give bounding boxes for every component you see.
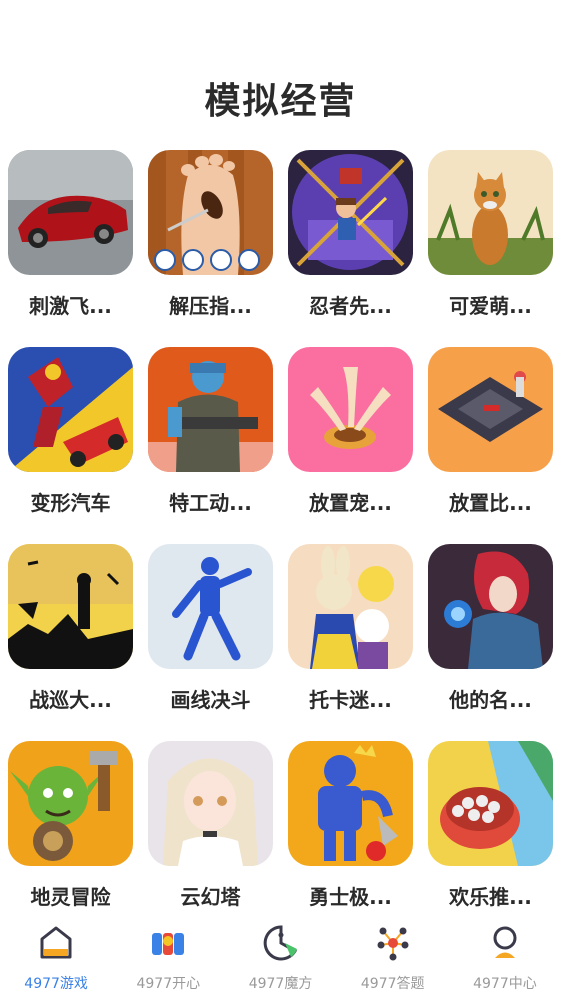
game-tile[interactable]: 云幻塔 [148, 741, 273, 909]
game-tile[interactable]: 可爱萌... [428, 150, 553, 318]
tab-4977-games[interactable]: 4977游戏 [0, 915, 112, 999]
game-name: 他的名... [449, 688, 532, 712]
game-tile[interactable]: 忍者先... [288, 150, 413, 318]
game-name: 欢乐推... [449, 885, 532, 909]
game-tile[interactable]: 刺激飞... [8, 150, 133, 318]
game-name: 战巡大... [29, 688, 112, 712]
home-icon [40, 926, 72, 959]
game-tile[interactable]: 地灵冒险 [8, 741, 133, 909]
ball-pusher-icon [428, 741, 553, 866]
agent-soldier-icon [148, 347, 273, 472]
bottom-tab-bar: 4977游戏 4977开心 4977魔方 4977答题 4977中心 [0, 915, 561, 999]
tab-label: 4977中心 [473, 976, 537, 992]
robot-car-icon [8, 347, 133, 472]
page-title: 模拟经营 [204, 81, 357, 122]
tab-label: 4977开心 [136, 976, 201, 992]
blue-mannequin-icon [148, 544, 273, 669]
race-track-icon [428, 347, 553, 472]
game-tile[interactable]: 放置宠... [288, 347, 413, 515]
tab-4977-cube[interactable]: 4977魔方 [224, 915, 336, 999]
tab-4977-happy[interactable]: 4977开心 [112, 915, 224, 999]
game-grid: 刺激飞... 解压指... 忍者先... 可爱萌... 变形汽车 特工动... … [8, 150, 556, 909]
game-tile[interactable]: 战巡大... [8, 544, 133, 712]
blue-robot-icon [288, 741, 413, 866]
ninja-pin-puzzle-icon [288, 150, 413, 275]
game-tile[interactable]: 变形汽车 [8, 347, 133, 515]
game-tile[interactable]: 他的名... [428, 544, 553, 712]
silhouette-war-icon [8, 544, 133, 669]
game-tile[interactable]: 放置比... [428, 347, 553, 515]
game-name: 可爱萌... [449, 294, 532, 318]
cat-icon [428, 150, 553, 275]
game-name: 放置比... [449, 491, 532, 515]
goblin-icon [8, 741, 133, 866]
pet-paws-icon [288, 347, 413, 472]
happy-m-icon [152, 933, 185, 955]
game-name: 画线决斗 [170, 688, 251, 712]
game-tile[interactable]: 解压指... [148, 150, 273, 318]
anime-girl-icon [148, 741, 273, 866]
game-name: 放置宠... [309, 491, 392, 515]
game-tile[interactable]: 欢乐推... [428, 741, 553, 909]
tab-label: 4977游戏 [24, 976, 88, 992]
game-name: 云幻塔 [180, 885, 241, 909]
red-hair-mage-icon [428, 544, 553, 669]
game-name: 变形汽车 [30, 491, 111, 515]
tab-label: 4977魔方 [248, 976, 313, 992]
tab-4977-quiz[interactable]: 4977答题 [337, 915, 449, 999]
game-name: 托卡迷... [309, 688, 392, 712]
game-name: 忍者先... [309, 294, 392, 318]
network-nodes-icon [377, 927, 409, 961]
tab-4977-center[interactable]: 4977中心 [449, 915, 561, 999]
game-tile[interactable]: 画线决斗 [148, 544, 273, 712]
game-tile[interactable]: 勇士极... [288, 741, 413, 909]
foot-cockroach-icon [148, 150, 273, 275]
game-name: 刺激飞... [29, 294, 112, 318]
game-name: 地灵冒险 [30, 885, 111, 909]
game-name: 勇士极... [309, 885, 392, 909]
game-tile[interactable]: 特工动... [148, 347, 273, 515]
pacman-icon [263, 925, 297, 961]
game-name: 特工动... [169, 491, 252, 515]
red-sports-car-icon [8, 150, 133, 275]
bunny-friends-icon [288, 544, 413, 669]
person-icon [493, 926, 517, 958]
game-tile[interactable]: 托卡迷... [288, 544, 413, 712]
tab-label: 4977答题 [360, 976, 425, 992]
game-name: 解压指... [169, 294, 252, 318]
